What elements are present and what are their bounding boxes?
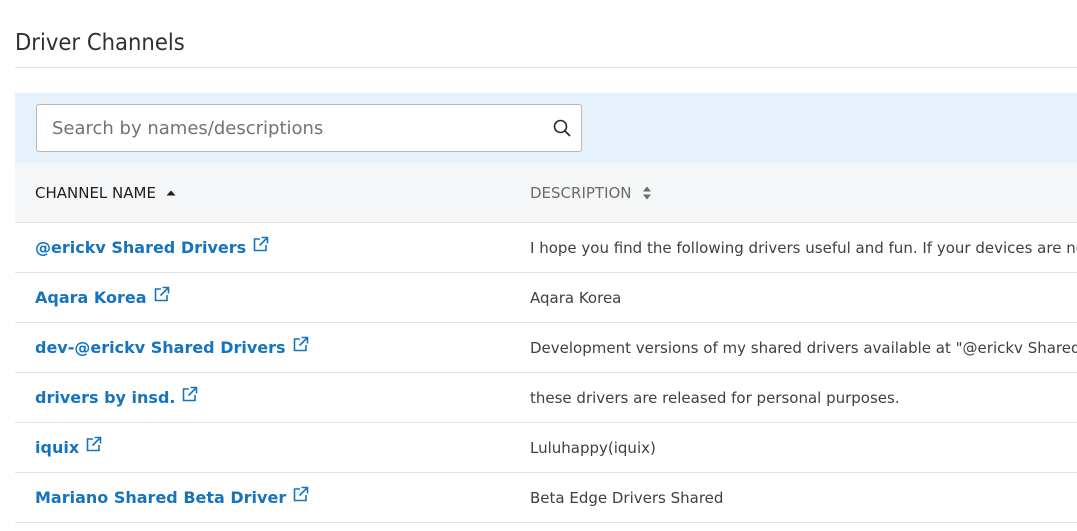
search-icon[interactable] (553, 119, 571, 137)
external-link-icon[interactable] (292, 336, 309, 353)
column-header-label: CHANNEL NAME (35, 183, 156, 202)
channel-description: Aqara Korea (530, 288, 622, 307)
external-link-icon[interactable] (292, 486, 309, 503)
channel-name: @erickv Shared Drivers (35, 238, 247, 257)
table-row: Mariano Shared Beta Driver Beta Edge Dri… (15, 473, 1077, 523)
page-title: Driver Channels (15, 30, 185, 56)
table-row: @erickv Shared Drivers I hope you find t… (15, 223, 1077, 273)
channel-description: Beta Edge Drivers Shared (530, 488, 724, 507)
channel-name: dev-@erickv Shared Drivers (35, 338, 286, 357)
table-row: Aqara Korea Aqara Korea (15, 273, 1077, 323)
table-row: iquix Luluhappy(iquix) (15, 423, 1077, 473)
channel-name-link[interactable]: iquix (35, 423, 102, 472)
channel-name-link[interactable]: @erickv Shared Drivers (35, 223, 269, 272)
channel-description: Luluhappy(iquix) (530, 438, 656, 457)
sort-both-icon[interactable] (641, 185, 653, 201)
channel-name-link[interactable]: Aqara Korea (35, 273, 170, 322)
channel-description: these drivers are released for personal … (530, 388, 900, 407)
title-divider (15, 67, 1077, 68)
channel-name-link[interactable]: dev-@erickv Shared Drivers (35, 323, 309, 372)
driver-channels-page: Driver Channels CHANNEL NAME DESCRIPTION (0, 0, 1077, 531)
channel-name: Aqara Korea (35, 288, 147, 307)
external-link-icon[interactable] (85, 436, 102, 453)
table-row: dev-@erickv Shared Drivers Development v… (15, 323, 1077, 373)
column-header-channel-name[interactable]: CHANNEL NAME (35, 163, 177, 222)
search-input[interactable] (37, 105, 537, 151)
sort-ascending-icon[interactable] (165, 189, 177, 197)
channel-table-body: @erickv Shared Drivers I hope you find t… (15, 223, 1077, 523)
column-header-description[interactable]: DESCRIPTION (530, 163, 653, 222)
search-bar-area (15, 93, 1077, 163)
search-box[interactable] (36, 104, 582, 152)
table-row: drivers by insd. these drivers are relea… (15, 373, 1077, 423)
table-header: CHANNEL NAME DESCRIPTION (15, 163, 1077, 223)
external-link-icon[interactable] (181, 386, 198, 403)
external-link-icon[interactable] (153, 286, 170, 303)
channel-name-link[interactable]: drivers by insd. (35, 373, 198, 422)
channel-name-link[interactable]: Mariano Shared Beta Driver (35, 473, 309, 522)
channel-name: drivers by insd. (35, 388, 176, 407)
channel-name: iquix (35, 438, 80, 457)
external-link-icon[interactable] (252, 236, 269, 253)
channel-name: Mariano Shared Beta Driver (35, 488, 287, 507)
column-header-label: DESCRIPTION (530, 183, 632, 202)
channel-description: Development versions of my shared driver… (530, 338, 1077, 357)
channel-description: I hope you find the following drivers us… (530, 238, 1077, 257)
